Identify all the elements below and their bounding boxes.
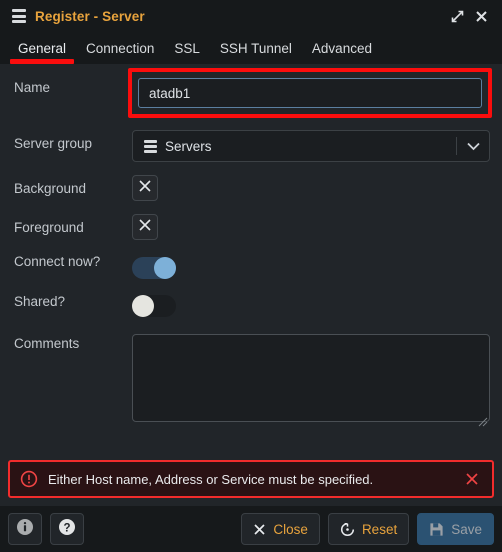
field-row-comments: Comments bbox=[14, 334, 490, 427]
floppy-disk-icon bbox=[429, 522, 444, 537]
error-circle-icon bbox=[20, 470, 38, 488]
tab-connection-label: Connection bbox=[86, 41, 155, 56]
reset-button[interactable]: Reset bbox=[327, 513, 410, 545]
reset-arrow-icon bbox=[340, 522, 355, 537]
info-button[interactable] bbox=[8, 513, 42, 545]
field-row-connect-now: Connect now? bbox=[14, 253, 490, 279]
tab-bar: General Connection SSL SSH Tunnel Advanc… bbox=[0, 32, 502, 64]
comments-textarea[interactable] bbox=[132, 334, 490, 422]
name-label: Name bbox=[14, 80, 51, 95]
server-group-label: Server group bbox=[14, 136, 93, 151]
tab-general-label: General bbox=[18, 41, 67, 56]
shared-toggle[interactable] bbox=[132, 295, 176, 317]
help-circle-icon: ? bbox=[58, 518, 76, 541]
error-banner: Either Host name, Address or Service mus… bbox=[8, 460, 494, 498]
tab-advanced[interactable]: Advanced bbox=[302, 41, 382, 64]
server-stack-icon bbox=[144, 139, 157, 153]
x-icon bbox=[253, 523, 266, 536]
server-group-value: Servers bbox=[165, 138, 212, 154]
server-group-select[interactable]: Servers bbox=[132, 130, 490, 162]
maximize-icon[interactable] bbox=[446, 5, 468, 27]
background-label: Background bbox=[14, 181, 87, 196]
field-row-background: Background bbox=[14, 175, 490, 201]
tab-ssl-label: SSL bbox=[174, 41, 200, 56]
comments-label: Comments bbox=[14, 336, 80, 351]
tab-connection[interactable]: Connection bbox=[76, 41, 164, 64]
chevron-down-icon[interactable] bbox=[457, 131, 489, 161]
tab-advanced-label: Advanced bbox=[311, 41, 372, 56]
field-row-server-group: Server group Servers bbox=[14, 130, 490, 162]
tab-ssh-tunnel-label: SSH Tunnel bbox=[219, 41, 292, 56]
field-row-name: Name bbox=[14, 68, 492, 118]
help-button[interactable]: ? bbox=[50, 513, 84, 545]
close-icon[interactable] bbox=[470, 5, 492, 27]
title-bar: Register - Server bbox=[0, 0, 502, 32]
dialog-footer: ? Close Reset Save bbox=[0, 506, 502, 552]
field-row-foreground: Foreground bbox=[14, 214, 490, 240]
tab-general[interactable]: General bbox=[8, 41, 76, 64]
tab-ssh-tunnel[interactable]: SSH Tunnel bbox=[210, 41, 302, 64]
field-row-shared: Shared? bbox=[14, 293, 490, 317]
shared-label: Shared? bbox=[14, 294, 66, 309]
server-stack-icon bbox=[12, 9, 26, 23]
connect-now-toggle[interactable] bbox=[132, 257, 176, 279]
clear-color-x-icon bbox=[138, 218, 152, 237]
toggle-knob bbox=[154, 257, 176, 279]
save-button[interactable]: Save bbox=[417, 513, 494, 545]
comments-wrapper bbox=[132, 334, 490, 427]
error-close-icon[interactable] bbox=[462, 469, 482, 489]
foreground-color-button[interactable] bbox=[132, 214, 158, 240]
background-color-button[interactable] bbox=[132, 175, 158, 201]
info-circle-icon bbox=[16, 518, 34, 541]
svg-text:?: ? bbox=[63, 522, 70, 534]
register-server-dialog: Register - Server General Connection SSL… bbox=[0, 0, 502, 552]
reset-button-label: Reset bbox=[361, 521, 398, 537]
error-message: Either Host name, Address or Service mus… bbox=[48, 471, 374, 487]
tab-ssl[interactable]: SSL bbox=[164, 41, 210, 64]
close-button[interactable]: Close bbox=[241, 513, 320, 545]
close-button-label: Close bbox=[273, 521, 308, 537]
save-button-label: Save bbox=[451, 521, 482, 537]
general-tab-panel: Name Server group Servers bbox=[0, 64, 502, 460]
toggle-knob bbox=[132, 295, 154, 317]
clear-color-x-icon bbox=[138, 179, 152, 198]
name-input[interactable] bbox=[138, 78, 482, 108]
connect-now-label: Connect now? bbox=[14, 254, 101, 269]
name-field-highlight bbox=[128, 68, 492, 118]
foreground-label: Foreground bbox=[14, 220, 84, 235]
window-title: Register - Server bbox=[35, 8, 145, 24]
